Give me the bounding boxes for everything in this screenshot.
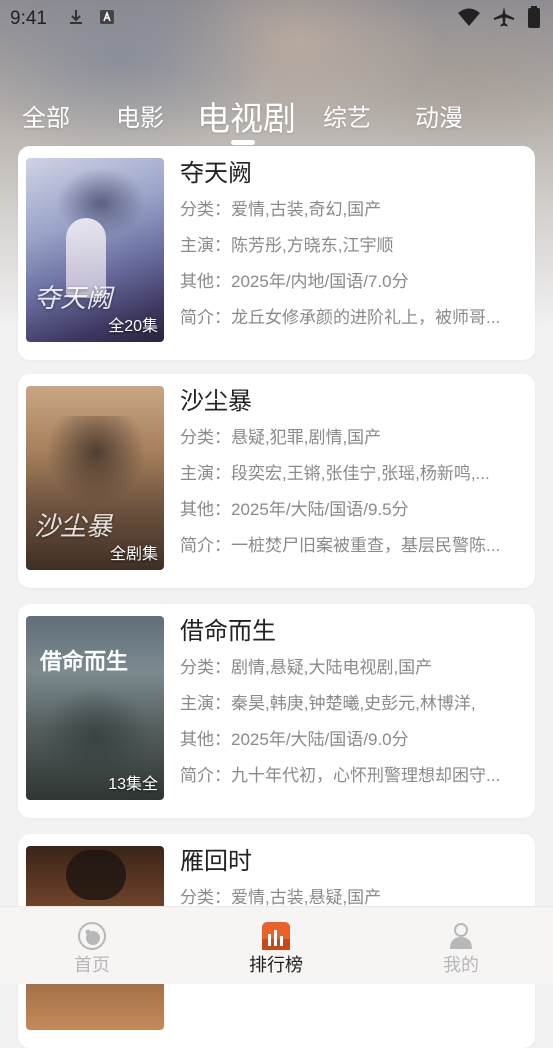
nav-home[interactable]: 首页 <box>52 921 132 977</box>
poster-title-art: 借命而生 <box>40 650 129 675</box>
status-time: 9:41 <box>10 8 47 29</box>
nav-home-label: 首页 <box>74 955 110 975</box>
item-title: 夺天阙 <box>180 160 252 187</box>
status-bar: 9:41 <box>0 0 553 38</box>
ranking-icon <box>261 921 291 951</box>
category-tabs: 全部 电影 电视剧 综艺 动漫 <box>0 88 553 148</box>
item-title: 借命而生 <box>180 618 276 645</box>
item-category: 分类：爱情,古装,奇幻,国产 <box>180 200 382 219</box>
profile-icon <box>446 921 476 951</box>
app-notification-icon <box>99 9 115 30</box>
wifi-icon <box>457 7 481 32</box>
item-cast: 主演：秦昊,韩庚,钟楚曦,史彭元,林博洋, <box>180 694 476 713</box>
poster-image: 借命而生 13集全 <box>26 616 164 800</box>
tab-variety[interactable]: 综艺 <box>323 98 371 133</box>
home-icon <box>77 921 107 951</box>
active-tab-indicator <box>231 140 255 145</box>
tab-tv-series[interactable]: 电视剧 <box>197 92 296 140</box>
item-other: 其他：2025年/大陆/国语/9.0分 <box>180 730 409 749</box>
item-title: 沙尘暴 <box>180 388 252 415</box>
item-category: 分类：悬疑,犯罪,剧情,国产 <box>180 428 382 447</box>
nav-ranking-label: 排行榜 <box>249 955 303 975</box>
poster-title-art: 沙尘暴 <box>34 512 113 542</box>
battery-icon <box>527 6 541 33</box>
poster-title-art: 夺天阙 <box>34 284 113 314</box>
item-category: 分类：剧情,悬疑,大陆电视剧,国产 <box>180 658 433 677</box>
item-other: 其他：2025年/大陆/国语/9.5分 <box>180 500 409 519</box>
airplane-icon <box>493 6 515 33</box>
tab-all[interactable]: 全部 <box>22 98 70 133</box>
item-intro: 简介：龙丘女修承颜的进阶礼上，被师哥... <box>180 308 501 327</box>
poster-image: 夺天阙 全20集 <box>26 158 164 342</box>
nav-profile[interactable]: 我的 <box>421 921 501 977</box>
list-item[interactable]: 借命而生 13集全 借命而生 分类：剧情,悬疑,大陆电视剧,国产 主演：秦昊,韩… <box>18 604 535 818</box>
item-title: 雁回时 <box>180 848 252 875</box>
poster-image: 沙尘暴 全剧集 <box>26 386 164 570</box>
list-item[interactable]: 沙尘暴 全剧集 沙尘暴 分类：悬疑,犯罪,剧情,国产 主演：段奕宏,王锵,张佳宁… <box>18 374 535 588</box>
nav-profile-label: 我的 <box>443 955 479 975</box>
item-intro: 简介：九十年代初，心怀刑警理想却困守... <box>180 766 501 785</box>
item-cast: 主演：段奕宏,王锵,张佳宁,张瑶,杨新鸣,... <box>180 464 490 483</box>
episode-badge: 全剧集 <box>109 546 158 563</box>
episode-badge: 13集全 <box>108 776 158 793</box>
episode-badge: 全20集 <box>108 318 158 335</box>
tab-anime[interactable]: 动漫 <box>415 98 463 133</box>
item-other: 其他：2025年/内地/国语/7.0分 <box>180 272 409 291</box>
bottom-navigation: 首页 排行榜 我的 <box>0 906 553 984</box>
nav-ranking[interactable]: 排行榜 <box>236 921 316 977</box>
item-cast: 主演：陈芳彤,方晓东,江宇顺 <box>180 236 394 255</box>
download-icon <box>67 8 85 31</box>
tab-movie[interactable]: 电影 <box>116 98 164 133</box>
list-item[interactable]: 夺天阙 全20集 夺天阙 分类：爱情,古装,奇幻,国产 主演：陈芳彤,方晓东,江… <box>18 146 535 360</box>
item-intro: 简介：一桩焚尸旧案被重查，基层民警陈... <box>180 536 501 555</box>
